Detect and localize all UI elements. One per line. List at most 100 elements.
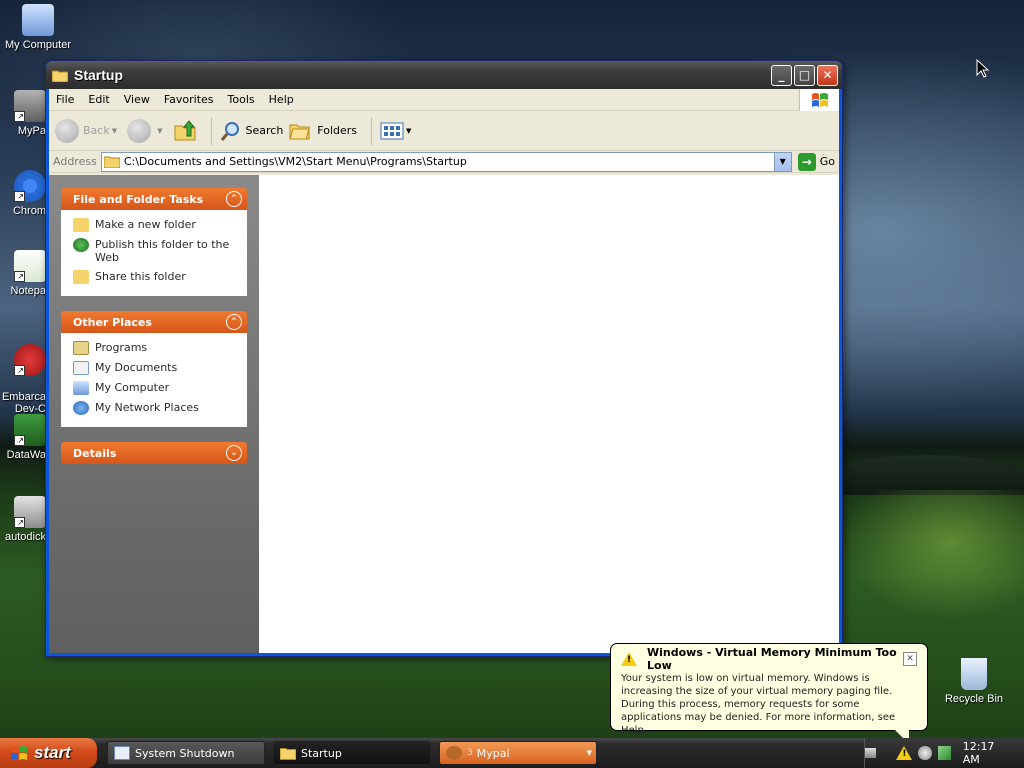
desktop-icon-autoclicker[interactable]: ↗ autodick xyxy=(0,496,46,543)
views-button[interactable]: ▼ xyxy=(380,121,415,141)
taskbar: start System Shutdown Startup 3 Mypal ▼ … xyxy=(0,738,1024,768)
balloon-title: Windows - Virtual Memory Minimum Too Low xyxy=(647,646,897,672)
address-path: C:\Documents and Settings\VM2\Start Menu… xyxy=(123,155,467,168)
up-folder-icon xyxy=(174,119,195,140)
taskbar-button-mypal[interactable]: 3 Mypal ▼ xyxy=(439,741,597,765)
start-button[interactable]: start xyxy=(0,738,97,768)
warning-tray-icon[interactable]: ! xyxy=(896,746,913,760)
desktop-icon-datawa[interactable]: ↗ DataWa xyxy=(0,414,46,461)
menu-tools[interactable]: Tools xyxy=(221,93,262,106)
minimize-icon: _ xyxy=(778,68,785,82)
task-share-folder[interactable]: Share this folder xyxy=(73,270,237,284)
taskbar-button-startup[interactable]: Startup xyxy=(273,741,431,765)
folders-icon xyxy=(289,124,310,139)
warning-icon: ! xyxy=(621,652,637,666)
forward-dropdown-icon[interactable]: ▼ xyxy=(157,127,162,135)
place-my-computer[interactable]: My Computer xyxy=(73,381,237,395)
desktop-icon-mypal[interactable]: ↗ MyPa xyxy=(0,90,46,137)
clock[interactable]: 12:17 AM xyxy=(963,740,1012,766)
menu-view[interactable]: View xyxy=(117,93,157,106)
balloon-close-button[interactable]: ✕ xyxy=(903,652,917,666)
share-folder-icon xyxy=(73,270,89,284)
close-icon: ✕ xyxy=(822,68,833,82)
place-label: My Computer xyxy=(95,381,170,394)
start-label: start xyxy=(34,743,71,762)
search-icon xyxy=(220,121,239,141)
desktop-icon-recycle-bin[interactable]: Recycle Bin xyxy=(936,658,1012,705)
file-folder-tasks-header[interactable]: File and Folder Tasks ⌃ xyxy=(61,188,247,210)
desktop-icon-chrome[interactable]: ↗ Chrom xyxy=(0,170,46,217)
go-arrow-icon: → xyxy=(797,152,816,171)
details-header[interactable]: Details ⌄ xyxy=(61,442,247,464)
expand-icon[interactable]: ⌄ xyxy=(226,445,242,461)
menu-help[interactable]: Help xyxy=(262,93,301,106)
back-label: Back xyxy=(83,124,110,137)
back-button[interactable]: Back ▼ xyxy=(55,118,121,143)
place-my-network-places[interactable]: My Network Places xyxy=(73,401,237,415)
recycle-bin-icon xyxy=(961,658,987,690)
other-places-panel: Other Places ⌃ Programs My Documents My … xyxy=(61,311,247,427)
file-folder-tasks-body: Make a new folder Publish this folder to… xyxy=(61,210,247,296)
balloon-message: Your system is low on virtual memory. Wi… xyxy=(621,673,896,736)
devcpp-icon: ↗ xyxy=(14,344,46,376)
task-label: Make a new folder xyxy=(95,218,196,231)
forward-arrow-icon xyxy=(127,118,152,143)
window-icon xyxy=(114,746,130,760)
file-list-pane[interactable] xyxy=(259,175,839,653)
place-label: Programs xyxy=(95,341,148,354)
task-make-new-folder[interactable]: Make a new folder xyxy=(73,218,237,232)
other-places-header[interactable]: Other Places ⌃ xyxy=(61,311,247,333)
taskbar-button-label: System Shutdown xyxy=(135,746,235,760)
window-client: File Edit View Favorites Tools Help Back… xyxy=(49,89,839,653)
place-my-documents[interactable]: My Documents xyxy=(73,361,237,375)
maximize-button[interactable]: □ xyxy=(794,64,815,86)
address-input[interactable]: C:\Documents and Settings\VM2\Start Menu… xyxy=(100,151,792,172)
desktop-icon-label: DataWa xyxy=(6,449,46,461)
keyboard-icon[interactable] xyxy=(865,748,877,758)
mypal-icon xyxy=(446,746,462,760)
task-publish-folder[interactable]: Publish this folder to the Web xyxy=(73,238,237,264)
volume-icon[interactable] xyxy=(918,746,932,760)
menu-file[interactable]: File xyxy=(49,93,81,106)
autoclicker-icon: ↗ xyxy=(14,496,46,528)
menu-favorites[interactable]: Favorites xyxy=(157,93,221,106)
notification-balloon[interactable]: ! Windows - Virtual Memory Minimum Too L… xyxy=(610,643,928,744)
menu-edit[interactable]: Edit xyxy=(81,93,116,106)
address-label: Address xyxy=(53,155,97,168)
collapse-icon[interactable]: ⌃ xyxy=(226,191,242,207)
file-folder-tasks-panel: File and Folder Tasks ⌃ Make a new folde… xyxy=(61,188,247,296)
place-programs[interactable]: Programs xyxy=(73,341,237,355)
folders-button[interactable]: Folders xyxy=(289,121,357,141)
window-title: Startup xyxy=(74,67,123,83)
forward-button[interactable]: ▼ xyxy=(127,118,166,143)
window-titlebar[interactable]: Startup _ □ ✕ xyxy=(46,61,842,89)
desktop-icon-label: autodick xyxy=(5,531,46,543)
desktop-icon-devcpp[interactable]: ↗ Embarca Dev-C xyxy=(0,332,46,427)
collapse-icon[interactable]: ⌃ xyxy=(226,314,242,330)
my-documents-icon xyxy=(73,361,89,375)
taskbar-button-system-shutdown[interactable]: System Shutdown xyxy=(107,741,265,765)
search-button[interactable]: Search xyxy=(220,120,283,142)
desktop-icon-label: Recycle Bin xyxy=(944,693,1004,705)
mypal-icon: ↗ xyxy=(14,90,46,122)
minimize-button[interactable]: _ xyxy=(771,64,792,86)
desktop-icon-my-computer[interactable]: My Computer xyxy=(0,4,76,51)
explorer-window: Startup _ □ ✕ File Edit View Favorites T… xyxy=(45,60,843,657)
windows-logo-icon xyxy=(799,89,839,111)
my-computer-icon xyxy=(73,381,89,395)
close-icon: ✕ xyxy=(906,654,914,664)
back-dropdown-icon[interactable]: ▼ xyxy=(112,127,117,135)
address-dropdown-button[interactable]: ▼ xyxy=(773,152,791,171)
explorer-content: File and Folder Tasks ⌃ Make a new folde… xyxy=(49,175,839,653)
task-label: Publish this folder to the Web xyxy=(95,238,230,264)
desktop-icon-label: MyPa xyxy=(17,125,46,137)
details-panel: Details ⌄ xyxy=(61,442,247,464)
desktop-icon-notepad[interactable]: ↗ Notepa xyxy=(0,250,46,297)
menu-bar: File Edit View Favorites Tools Help xyxy=(49,89,839,111)
desktop-icon-label: Notepa xyxy=(10,285,46,297)
up-folder-button[interactable] xyxy=(173,119,197,142)
network-icon[interactable] xyxy=(937,746,951,760)
go-button[interactable]: → Go xyxy=(797,152,835,171)
windows-flag-icon xyxy=(11,746,27,760)
close-button[interactable]: ✕ xyxy=(817,64,838,86)
